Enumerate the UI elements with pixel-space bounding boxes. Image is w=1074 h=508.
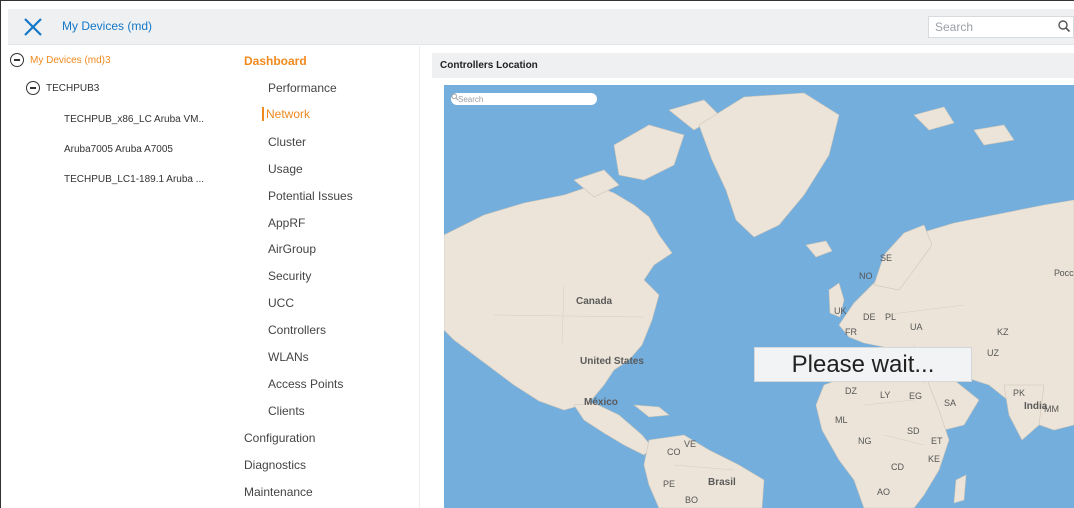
map-label: DZ: [845, 386, 857, 396]
map-label: NG: [858, 436, 872, 446]
close-icon[interactable]: [22, 16, 44, 38]
map-label: AO: [877, 487, 891, 497]
map-search[interactable]: [451, 93, 597, 105]
map-label: DE: [863, 312, 876, 322]
map-label: SE: [880, 253, 893, 263]
map-label: VE: [684, 439, 697, 449]
map-label: SA: [944, 398, 957, 408]
collapse-icon[interactable]: [26, 81, 40, 95]
device-label[interactable]: TECHPUB_x86_LC Aruba VM..: [64, 114, 204, 125]
tree-root-label[interactable]: My Devices (md)3: [30, 55, 111, 66]
map-label: ML: [835, 415, 848, 425]
search-icon: [451, 93, 459, 101]
menu-section-maintenance[interactable]: Maintenance: [244, 485, 313, 499]
map-label: PL: [885, 312, 897, 322]
menu-item-performance[interactable]: Performance: [268, 81, 337, 95]
map-label: CO: [667, 447, 681, 457]
menu-section-configuration[interactable]: Configuration: [244, 431, 315, 445]
map-label: Canada: [576, 296, 613, 307]
map-label: Росс: [1054, 268, 1074, 278]
collapse-icon[interactable]: [10, 53, 24, 67]
map-label: CD: [891, 462, 904, 472]
global-search[interactable]: [928, 16, 1074, 38]
tree-device-item[interactable]: TECHPUB_x86_LC Aruba VM..: [64, 114, 204, 125]
map-search-input[interactable]: [455, 94, 585, 104]
menu-item-access-points[interactable]: Access Points: [268, 377, 343, 391]
menu-item-usage[interactable]: Usage: [268, 162, 303, 176]
device-label[interactable]: Aruba7005 Aruba A7005: [64, 144, 173, 155]
menu-item-ucc[interactable]: UCC: [268, 296, 294, 310]
menu-item-apprf[interactable]: AppRF: [268, 216, 305, 230]
map-label: UK: [834, 306, 847, 316]
map-label: ET: [931, 436, 943, 446]
map-label: FR: [845, 327, 857, 337]
panel-title: Controllers Location: [440, 60, 538, 71]
menu-item-potential-issues[interactable]: Potential Issues: [268, 189, 353, 203]
device-label[interactable]: TECHPUB_LC1-189.1 Aruba ...: [64, 174, 204, 185]
search-icon[interactable]: [1057, 19, 1071, 33]
loading-overlay: Please wait...: [754, 347, 972, 382]
tree-group-node[interactable]: TECHPUB3: [26, 81, 99, 95]
map-label: EG: [909, 391, 923, 401]
map-label: PE: [663, 479, 676, 489]
map-label: KZ: [997, 327, 1009, 337]
menu-item-wlans[interactable]: WLANs: [268, 350, 309, 364]
tree-device-item[interactable]: TECHPUB_LC1-189.1 Aruba ...: [64, 174, 204, 185]
search-input[interactable]: [929, 17, 1049, 37]
map-landmass: [444, 92, 1074, 508]
map-label: Brasil: [708, 477, 736, 488]
map-label: México: [584, 397, 618, 408]
map-label: SD: [907, 426, 920, 436]
map-label: LY: [880, 390, 891, 400]
device-tree: My Devices (md)3 TECHPUB3 TECHPUB_x86_LC…: [8, 46, 240, 508]
header-bar: My Devices (md): [8, 9, 1074, 45]
menu-section-diagnostics[interactable]: Diagnostics: [244, 458, 306, 472]
menu-item-cluster[interactable]: Cluster: [268, 135, 306, 149]
menu-item-clients[interactable]: Clients: [268, 404, 305, 418]
map-label: United States: [580, 356, 644, 367]
map-label: UA: [910, 322, 923, 332]
page-title[interactable]: My Devices (md): [62, 19, 152, 33]
map-label: KE: [928, 454, 941, 464]
map-label: MM: [1044, 404, 1059, 414]
map-label: BO: [685, 495, 699, 505]
dashboard-menu: Dashboard Performance Network Cluster Us…: [240, 46, 420, 508]
menu-item-airgroup[interactable]: AirGroup: [268, 242, 316, 256]
menu-item-network[interactable]: Network: [262, 107, 310, 121]
menu-heading-dashboard[interactable]: Dashboard: [244, 54, 307, 68]
map-label: PK: [1013, 388, 1026, 398]
map-label: UZ: [987, 348, 999, 358]
menu-item-controllers[interactable]: Controllers: [268, 323, 326, 337]
menu-item-security[interactable]: Security: [268, 269, 311, 283]
tree-group-label[interactable]: TECHPUB3: [46, 83, 99, 94]
panel-header: Controllers Location: [432, 53, 1074, 78]
tree-root-node[interactable]: My Devices (md)3: [10, 53, 111, 67]
controllers-map[interactable]: Canada United States México Brasil India…: [444, 85, 1074, 508]
tree-device-item[interactable]: Aruba7005 Aruba A7005: [64, 144, 173, 155]
map-label: NO: [859, 271, 873, 281]
